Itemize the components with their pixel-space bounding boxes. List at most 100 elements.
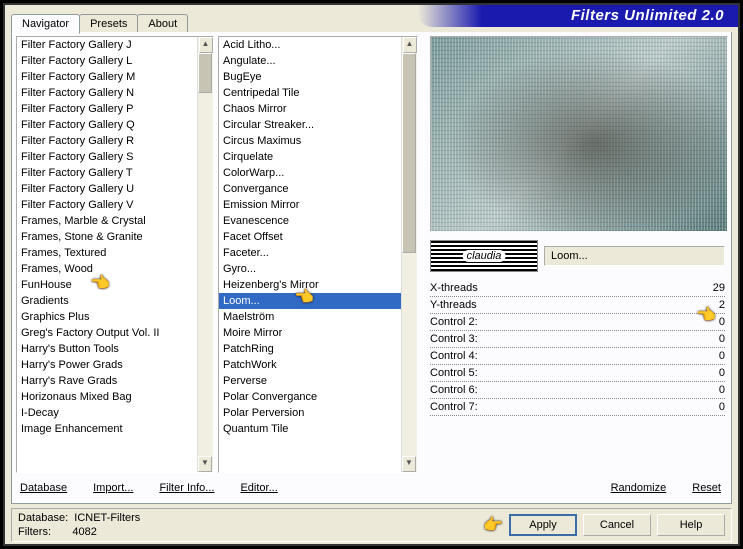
editor-link[interactable]: Editor... <box>236 482 281 494</box>
list-item[interactable]: Frames, Textured <box>17 245 213 261</box>
list-item[interactable]: Perverse <box>219 373 417 389</box>
list-item[interactable]: Emission Mirror <box>219 197 417 213</box>
tab-strip: Navigator Presets About <box>11 13 187 34</box>
list-item[interactable]: Graphics Plus <box>17 309 213 325</box>
filter-preview <box>430 36 728 232</box>
list-item[interactable]: Gradients <box>17 293 213 309</box>
list-item[interactable]: Filter Factory Gallery N <box>17 85 213 101</box>
list-item[interactable]: Gyro... <box>219 261 417 277</box>
list-item[interactable]: Filter Factory Gallery V <box>17 197 213 213</box>
scroll-up-icon[interactable]: ▲ <box>199 37 213 53</box>
filter-list[interactable]: Acid Litho...Angulate...BugEyeCentripeda… <box>218 36 418 473</box>
list-item[interactable]: Filter Factory Gallery U <box>17 181 213 197</box>
list-item[interactable]: Cirquelate <box>219 149 417 165</box>
list-item[interactable]: Acid Litho... <box>219 37 417 53</box>
right-pane: Loom... X-threads29Y-threads2Control 2:0… <box>430 36 725 473</box>
scroll-down-icon[interactable]: ▼ <box>198 456 212 472</box>
control-row[interactable]: Control 4: 0 <box>430 348 725 365</box>
list-item[interactable]: Filter Factory Gallery R <box>17 133 213 149</box>
scroll-down-icon[interactable]: ▼ <box>402 456 416 472</box>
list-item[interactable]: Filter Factory Gallery L <box>17 53 213 69</box>
list-item[interactable]: Image Enhancement <box>17 421 213 437</box>
list-item[interactable]: Faceter... <box>219 245 417 261</box>
scrollbar[interactable]: ▲ ▼ <box>401 37 417 472</box>
control-row[interactable]: Control 2:0 <box>430 314 725 331</box>
randomize-link[interactable]: Randomize <box>607 482 671 494</box>
list-item[interactable]: I-Decay <box>17 405 213 421</box>
list-item[interactable]: PatchWork <box>219 357 417 373</box>
brand-logo <box>430 240 538 272</box>
list-item[interactable]: Convergance <box>219 181 417 197</box>
status-filters-label: Filters: <box>18 526 51 538</box>
apply-button[interactable]: Apply <box>509 514 577 536</box>
status-filters-value: 4082 <box>72 526 96 538</box>
list-item[interactable]: Chaos Mirror <box>219 101 417 117</box>
list-item[interactable]: Filter Factory Gallery T <box>17 165 213 181</box>
list-item[interactable]: ColorWarp... <box>219 165 417 181</box>
tab-navigator[interactable]: Navigator <box>11 14 80 34</box>
list-item[interactable]: Filter Factory Gallery M <box>17 69 213 85</box>
control-row[interactable]: Control 5:0 <box>430 365 725 382</box>
control-value: 29 <box>713 282 725 294</box>
list-item[interactable]: Filter Factory Gallery J <box>17 37 213 53</box>
filter-info-link[interactable]: Filter Info... <box>155 482 218 494</box>
list-item[interactable]: Frames, Stone & Granite <box>17 229 213 245</box>
list-item[interactable]: Polar Perversion <box>219 405 417 421</box>
scroll-thumb[interactable] <box>198 53 212 93</box>
control-label: Control 7: <box>430 401 508 413</box>
control-row[interactable]: Y-threads2 <box>430 297 725 314</box>
control-value: 0 <box>719 401 725 413</box>
tab-about[interactable]: About <box>137 14 188 34</box>
list-item[interactable]: Harry's Power Grads <box>17 357 213 373</box>
list-item[interactable]: Quantum Tile <box>219 421 417 437</box>
list-item[interactable]: FunHouse <box>17 277 213 293</box>
scroll-up-icon[interactable]: ▲ <box>403 37 417 53</box>
reset-link[interactable]: Reset <box>688 482 725 494</box>
control-value: 2 <box>719 299 725 311</box>
list-item[interactable]: Facet Offset <box>219 229 417 245</box>
list-item[interactable]: Filter Factory Gallery Q <box>17 117 213 133</box>
list-item[interactable]: Circular Streaker... <box>219 117 417 133</box>
list-item[interactable]: PatchRing <box>219 341 417 357</box>
list-item[interactable]: Maelström <box>219 309 417 325</box>
tab-presets[interactable]: Presets <box>79 14 138 34</box>
control-label: Control 5: <box>430 367 508 379</box>
control-row[interactable]: X-threads 29 <box>430 280 725 297</box>
control-value: 0 <box>719 384 725 396</box>
list-item[interactable]: Harry's Rave Grads <box>17 373 213 389</box>
scroll-thumb[interactable] <box>402 53 416 253</box>
list-item[interactable]: Circus Maximus <box>219 133 417 149</box>
control-value: 0 <box>719 333 725 345</box>
list-item[interactable]: Evanescence <box>219 213 417 229</box>
list-item[interactable]: Frames, Wood <box>17 261 213 277</box>
list-item[interactable]: Horizonaus Mixed Bag <box>17 389 213 405</box>
help-button[interactable]: Help <box>657 514 725 536</box>
database-link[interactable]: Database <box>16 482 71 494</box>
cancel-button[interactable]: Cancel <box>583 514 651 536</box>
list-item[interactable]: Greg's Factory Output Vol. II <box>17 325 213 341</box>
control-row[interactable]: Control 3: 0 <box>430 331 725 348</box>
control-label: X-threads <box>430 282 508 294</box>
control-row[interactable]: Control 6: 0 <box>430 382 725 399</box>
scrollbar[interactable]: ▲ ▼ <box>197 37 213 472</box>
list-item[interactable]: Polar Convergance <box>219 389 417 405</box>
app-window: Filters Unlimited 2.0 Navigator Presets … <box>3 3 740 546</box>
list-item[interactable]: Heizenberg's Mirror <box>219 277 417 293</box>
title-bar: Filters Unlimited 2.0 <box>418 5 738 27</box>
control-label: Control 6: <box>430 384 508 396</box>
control-label: Control 4: <box>430 350 508 362</box>
list-item[interactable]: BugEye <box>219 69 417 85</box>
list-item[interactable]: Angulate... <box>219 53 417 69</box>
list-item[interactable]: Loom... <box>219 293 417 309</box>
import-link[interactable]: Import... <box>89 482 137 494</box>
control-label: Control 3: <box>430 333 508 345</box>
list-item[interactable]: Filter Factory Gallery S <box>17 149 213 165</box>
list-item[interactable]: Frames, Marble & Crystal <box>17 213 213 229</box>
list-item[interactable]: Harry's Button Tools <box>17 341 213 357</box>
list-item[interactable]: Moire Mirror <box>219 325 417 341</box>
category-list[interactable]: Filter Factory Gallery JFilter Factory G… <box>16 36 214 473</box>
list-item[interactable]: Centripedal Tile <box>219 85 417 101</box>
list-item[interactable]: Filter Factory Gallery P <box>17 101 213 117</box>
control-value: 0 <box>719 350 725 362</box>
control-row[interactable]: Control 7: 0 <box>430 399 725 416</box>
